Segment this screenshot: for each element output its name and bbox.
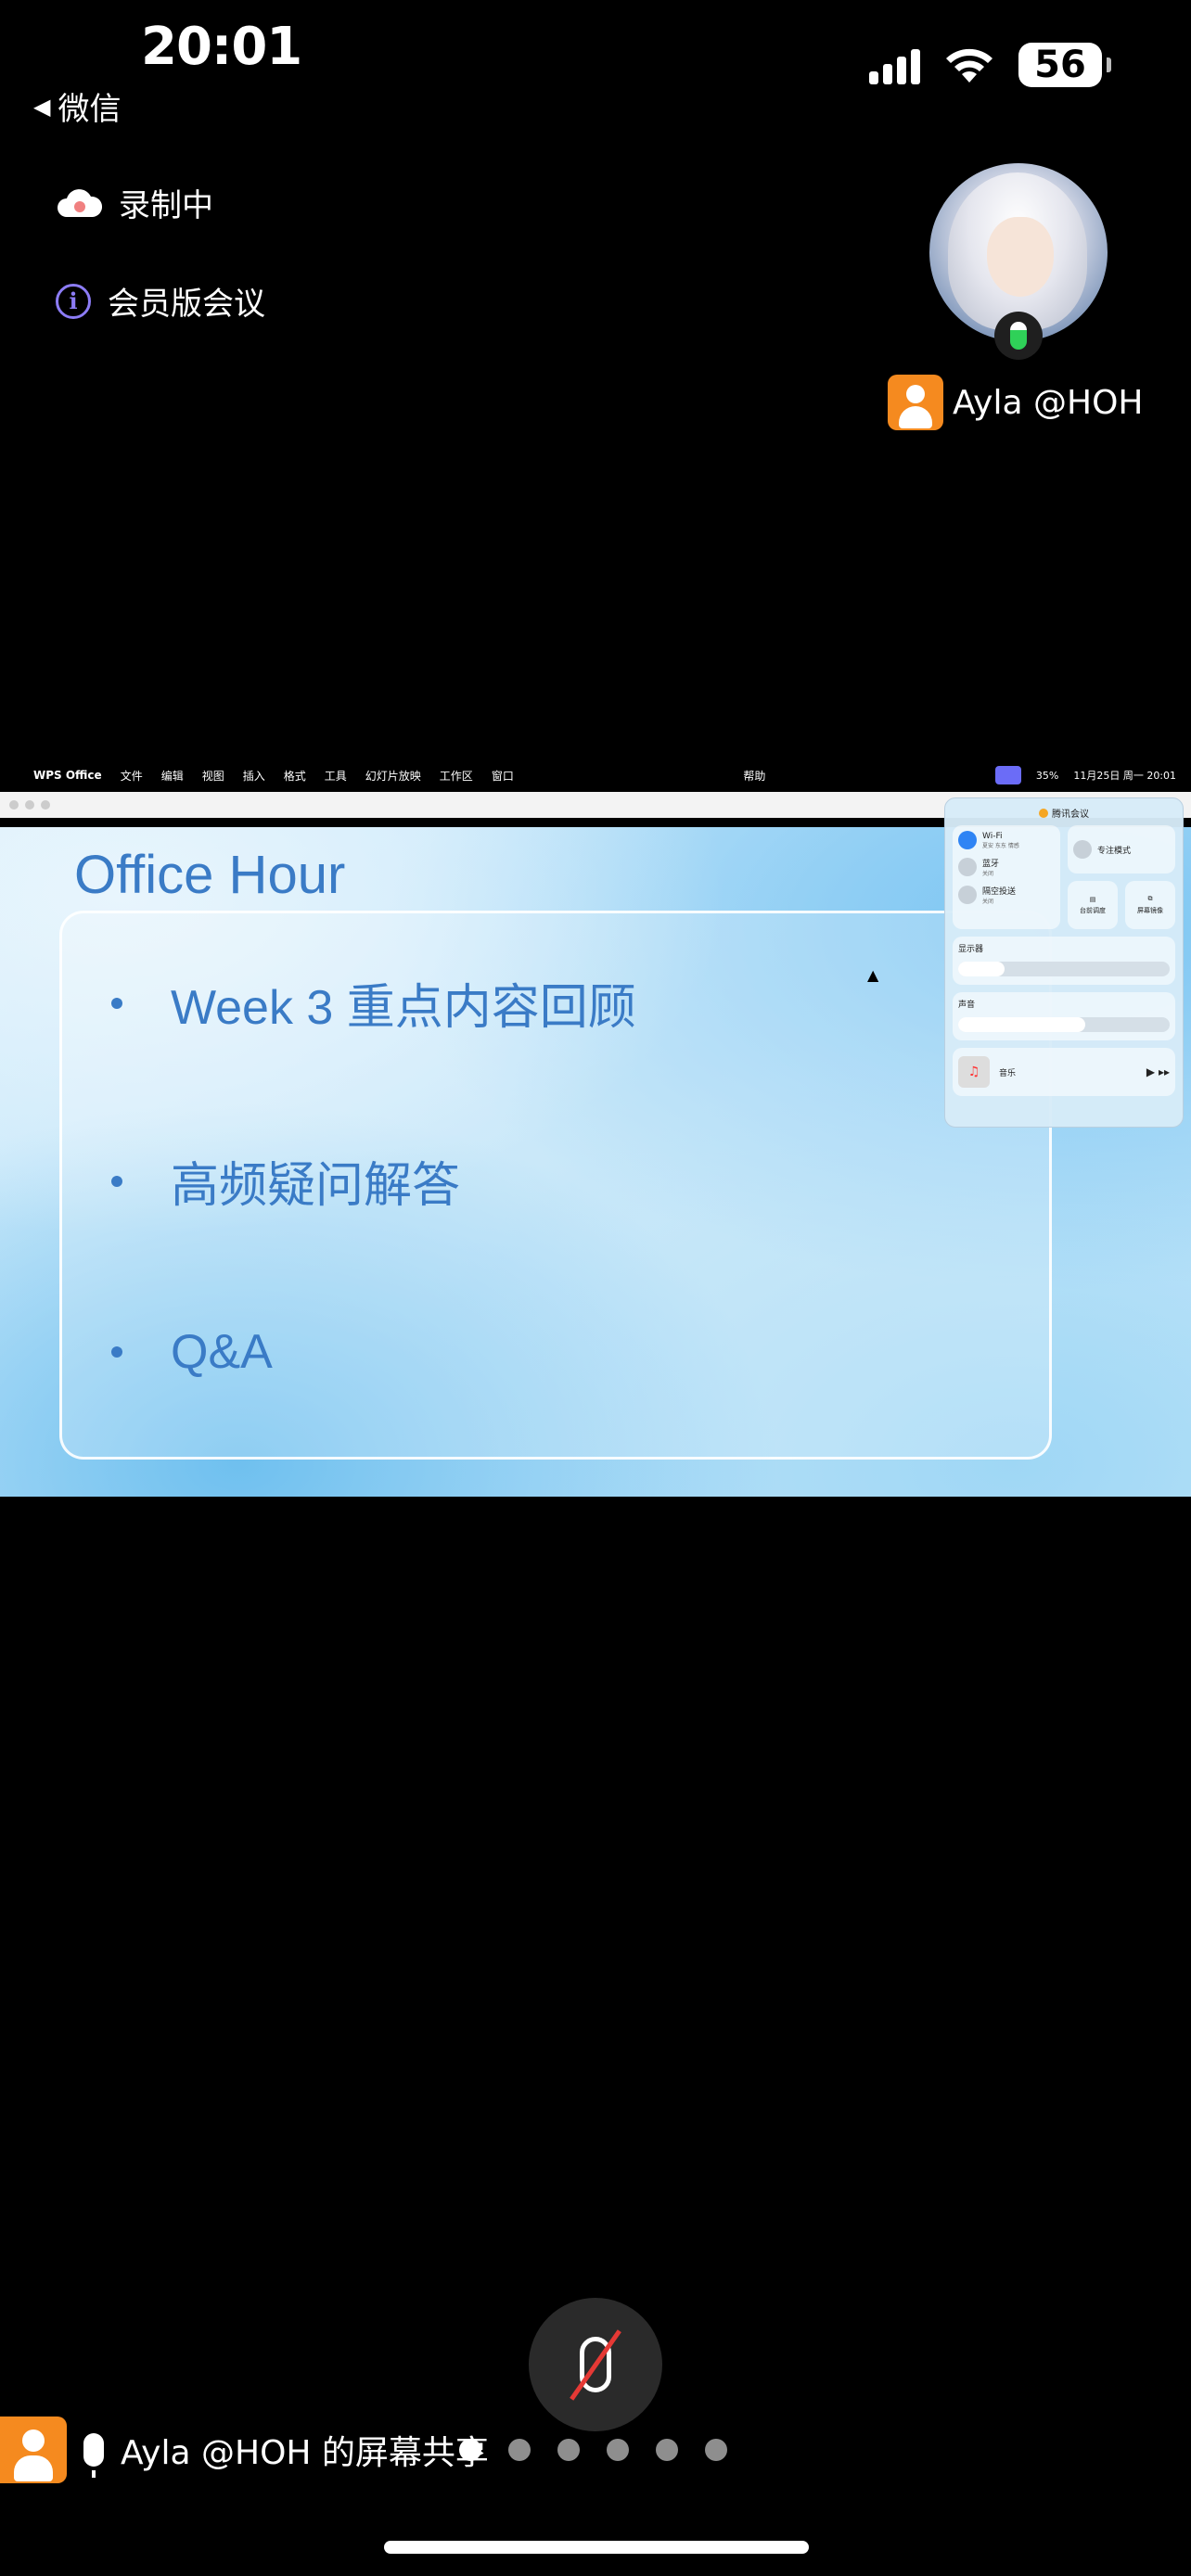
sound-slider xyxy=(958,1017,1170,1032)
speaking-mic-icon xyxy=(994,312,1043,360)
mouse-cursor-icon: ▲ xyxy=(867,966,879,984)
mac-menubar: WPS Office 文件 编辑 视图 插入 格式 工具 幻灯片放映 工作区 窗… xyxy=(0,759,1191,792)
user-icon xyxy=(888,375,943,430)
menu-item: 工作区 xyxy=(439,769,473,783)
network-card: Wi-Fi 夏安 东东 情感 蓝牙 关闭 隔空投送 关闭 xyxy=(953,825,1060,929)
airdrop-sub: 关闭 xyxy=(982,899,994,905)
participant-name-tag: Ayla @HOH xyxy=(888,375,1143,430)
menu-item-help: 帮助 xyxy=(743,769,766,783)
bluetooth-sub: 关闭 xyxy=(982,871,994,877)
menu-item: 视图 xyxy=(201,769,224,783)
menubar-app-name: WPS Office xyxy=(33,769,102,782)
bullet-text: Week 3 重点内容回顾 xyxy=(171,981,636,1035)
moon-icon xyxy=(1073,840,1092,859)
member-meeting-label: 会员版会议 xyxy=(108,286,265,323)
focus-mode-card: 专注模式 xyxy=(1068,825,1175,874)
play-icon: ▶ ▸▸ xyxy=(1146,1065,1170,1078)
menubar-datetime: 11月25日 周一 20:01 xyxy=(1073,770,1177,782)
music-label: 音乐 xyxy=(999,1068,1017,1078)
wifi-icon xyxy=(958,831,977,849)
slide-bullet: 高频疑问解答 xyxy=(111,1146,460,1216)
display-card: 显示器 xyxy=(953,937,1175,985)
menu-item: 工具 xyxy=(324,769,347,783)
bluetooth-label: 蓝牙 xyxy=(982,860,1000,869)
home-indicator[interactable] xyxy=(384,2541,809,2554)
bluetooth-icon xyxy=(958,858,977,876)
shared-screen[interactable]: WPS Office 文件 编辑 视图 插入 格式 工具 幻灯片放映 工作区 窗… xyxy=(0,759,1191,1497)
menu-item: 幻灯片放映 xyxy=(365,769,421,783)
control-center-header: 腾讯会议 xyxy=(953,806,1175,820)
page-dot[interactable] xyxy=(557,2439,580,2461)
participant-tile[interactable] xyxy=(929,163,1108,360)
stage-manager-card: ▤ 台前调度 xyxy=(1068,881,1118,929)
close-window-icon xyxy=(9,800,19,810)
member-meeting-info[interactable]: i 会员版会议 xyxy=(56,278,265,324)
menu-item: 编辑 xyxy=(160,769,184,783)
screen-mirror-card: ⧉ 屏幕镜像 xyxy=(1125,881,1175,929)
page-indicator[interactable] xyxy=(459,2439,727,2461)
music-card: ♫ 音乐 ▶ ▸▸ xyxy=(953,1048,1175,1096)
mic-icon xyxy=(83,2433,104,2478)
display-slider xyxy=(958,962,1170,976)
sound-card: 声音 xyxy=(953,992,1175,1040)
battery-indicator: 56 xyxy=(1018,43,1111,87)
menu-item: 插入 xyxy=(242,769,265,783)
airdrop-icon xyxy=(958,886,977,904)
bullet-dot-icon xyxy=(111,1175,122,1187)
screen-share-label-bar: Ayla @HOH 的屏幕共享 xyxy=(0,2417,519,2483)
page-dot[interactable] xyxy=(508,2439,531,2461)
back-app-label: 微信 xyxy=(58,91,122,128)
zoom-window-icon xyxy=(41,800,50,810)
info-icon: i xyxy=(56,283,91,319)
focus-label: 专注模式 xyxy=(1097,846,1132,856)
cellular-signal-icon xyxy=(869,45,920,84)
back-to-app-button[interactable]: ◀ 微信 xyxy=(33,83,121,129)
slide-bullet: Q&A xyxy=(111,1324,273,1380)
unmute-button[interactable] xyxy=(529,2298,662,2431)
airdrop-label: 隔空投送 xyxy=(982,887,1017,897)
display-label: 显示器 xyxy=(958,945,984,954)
bullet-dot-icon xyxy=(111,997,122,1009)
menu-item: 窗口 xyxy=(491,769,514,783)
slide-title: Office Hour xyxy=(74,845,346,905)
page-dot[interactable] xyxy=(607,2439,629,2461)
status-indicators: 56 xyxy=(869,43,1111,87)
control-center-panel: 腾讯会议 Wi-Fi 夏安 东东 情感 蓝牙 关闭 隔空投送 关闭 专注模式 ▤… xyxy=(944,797,1184,1128)
screen-mirror-icon: ⧉ xyxy=(1147,895,1153,902)
minimize-window-icon xyxy=(25,800,34,810)
slide-bullet: Week 3 重点内容回顾 xyxy=(111,968,636,1038)
wifi-sub: 夏安 东东 情感 xyxy=(982,842,1019,849)
cloud-recording-icon xyxy=(58,188,102,217)
user-icon xyxy=(0,2417,67,2483)
battery-percent: 35% xyxy=(1035,769,1059,782)
music-note-icon: ♫ xyxy=(958,1056,990,1088)
status-time: 20:01 xyxy=(141,17,302,77)
screen-share-icon xyxy=(994,766,1021,784)
meeting-app-icon xyxy=(1039,808,1048,818)
page-dot[interactable] xyxy=(656,2439,678,2461)
wifi-label: Wi-Fi xyxy=(982,831,1003,841)
page-dot[interactable] xyxy=(705,2439,727,2461)
bullet-text: Q&A xyxy=(171,1325,273,1379)
participant-name: Ayla @HOH xyxy=(953,383,1144,422)
stage-manager-icon: ▤ xyxy=(1089,895,1096,903)
recording-label: 录制中 xyxy=(119,187,213,224)
page-dot[interactable] xyxy=(459,2439,481,2461)
bullet-text: 高频疑问解答 xyxy=(171,1159,461,1213)
menu-item: 格式 xyxy=(283,769,306,783)
sound-label: 声音 xyxy=(958,1001,976,1010)
menu-item: 文件 xyxy=(120,769,143,783)
recording-status[interactable]: 录制中 xyxy=(56,180,213,225)
back-arrow-icon: ◀ xyxy=(33,93,51,120)
screen-share-label: Ayla @HOH 的屏幕共享 xyxy=(121,2434,489,2472)
bullet-dot-icon xyxy=(111,1346,122,1358)
wifi-icon xyxy=(946,48,992,83)
